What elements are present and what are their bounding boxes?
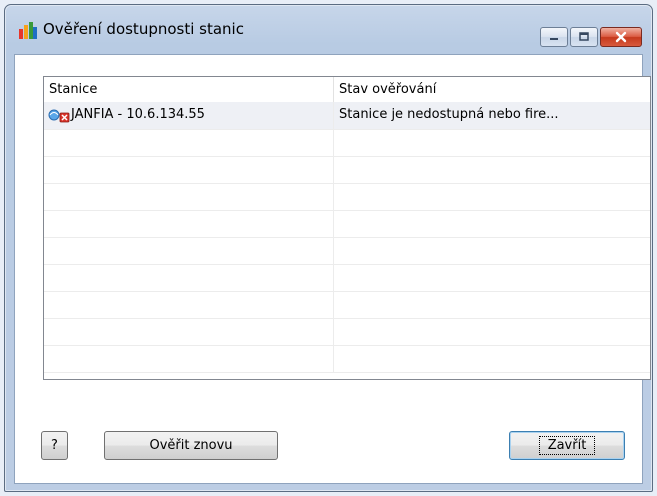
- maximize-button[interactable]: [570, 27, 598, 47]
- list-item: [44, 183, 650, 211]
- retry-button[interactable]: Ověřit znovu: [104, 431, 278, 460]
- list-item: [44, 318, 650, 346]
- list-item: [44, 156, 650, 184]
- list-item: [44, 129, 650, 157]
- empty-cell: [44, 291, 334, 318]
- column-header-station[interactable]: Stanice: [44, 77, 334, 102]
- list-header: Stanice Stav ověřování: [44, 77, 650, 103]
- table-row[interactable]: JANFIA - 10.6.134.55 Stanice je nedostup…: [44, 102, 650, 130]
- list-item: [44, 237, 650, 265]
- empty-cell: [334, 129, 650, 156]
- minimize-icon: [550, 38, 558, 40]
- empty-cell: [334, 156, 650, 183]
- empty-cell: [334, 183, 650, 210]
- minimize-button[interactable]: [540, 27, 568, 47]
- station-list[interactable]: Stanice Stav ověřování JANFIA - 10.6.134…: [43, 76, 651, 380]
- status-cell: Stanice je nedostupná nebo fire...: [339, 107, 559, 122]
- station-cell: JANFIA - 10.6.134.55: [44, 102, 334, 129]
- close-icon: [615, 31, 627, 43]
- list-item: [44, 291, 650, 319]
- empty-cell: [334, 318, 650, 345]
- empty-cell: [44, 156, 334, 183]
- list-item: [44, 264, 650, 292]
- station-unreachable-icon: [48, 109, 70, 123]
- station-name: JANFIA - 10.6.134.55: [71, 107, 205, 122]
- empty-cell: [334, 237, 650, 264]
- window-title: Ověření dostupnosti stanic: [43, 20, 244, 38]
- empty-cell: [334, 291, 650, 318]
- empty-cell: [44, 183, 334, 210]
- close-button-label: Zavřít: [538, 436, 596, 455]
- empty-cell: [44, 210, 334, 237]
- avg-logo-icon: [19, 22, 37, 39]
- close-button[interactable]: Zavřít: [509, 431, 625, 460]
- empty-cell: [334, 345, 650, 372]
- title-bar[interactable]: Ověření dostupnosti stanic: [5, 5, 652, 55]
- dialog-window: Ověření dostupnosti stanic Stanice Stav …: [4, 4, 653, 492]
- list-item: [44, 345, 650, 373]
- empty-cell: [334, 210, 650, 237]
- empty-cell: [44, 345, 334, 372]
- column-header-status[interactable]: Stav ověřování: [334, 77, 650, 102]
- empty-cell: [44, 237, 334, 264]
- empty-cell: [44, 129, 334, 156]
- empty-cell: [44, 318, 334, 345]
- help-button[interactable]: ?: [41, 431, 68, 460]
- empty-cell: [334, 264, 650, 291]
- empty-cell: [44, 264, 334, 291]
- list-item: [44, 210, 650, 238]
- close-window-button[interactable]: [600, 27, 642, 47]
- caption-buttons: [540, 27, 642, 47]
- dialog-body: Stanice Stav ověřování JANFIA - 10.6.134…: [14, 54, 651, 484]
- maximize-icon: [579, 32, 589, 41]
